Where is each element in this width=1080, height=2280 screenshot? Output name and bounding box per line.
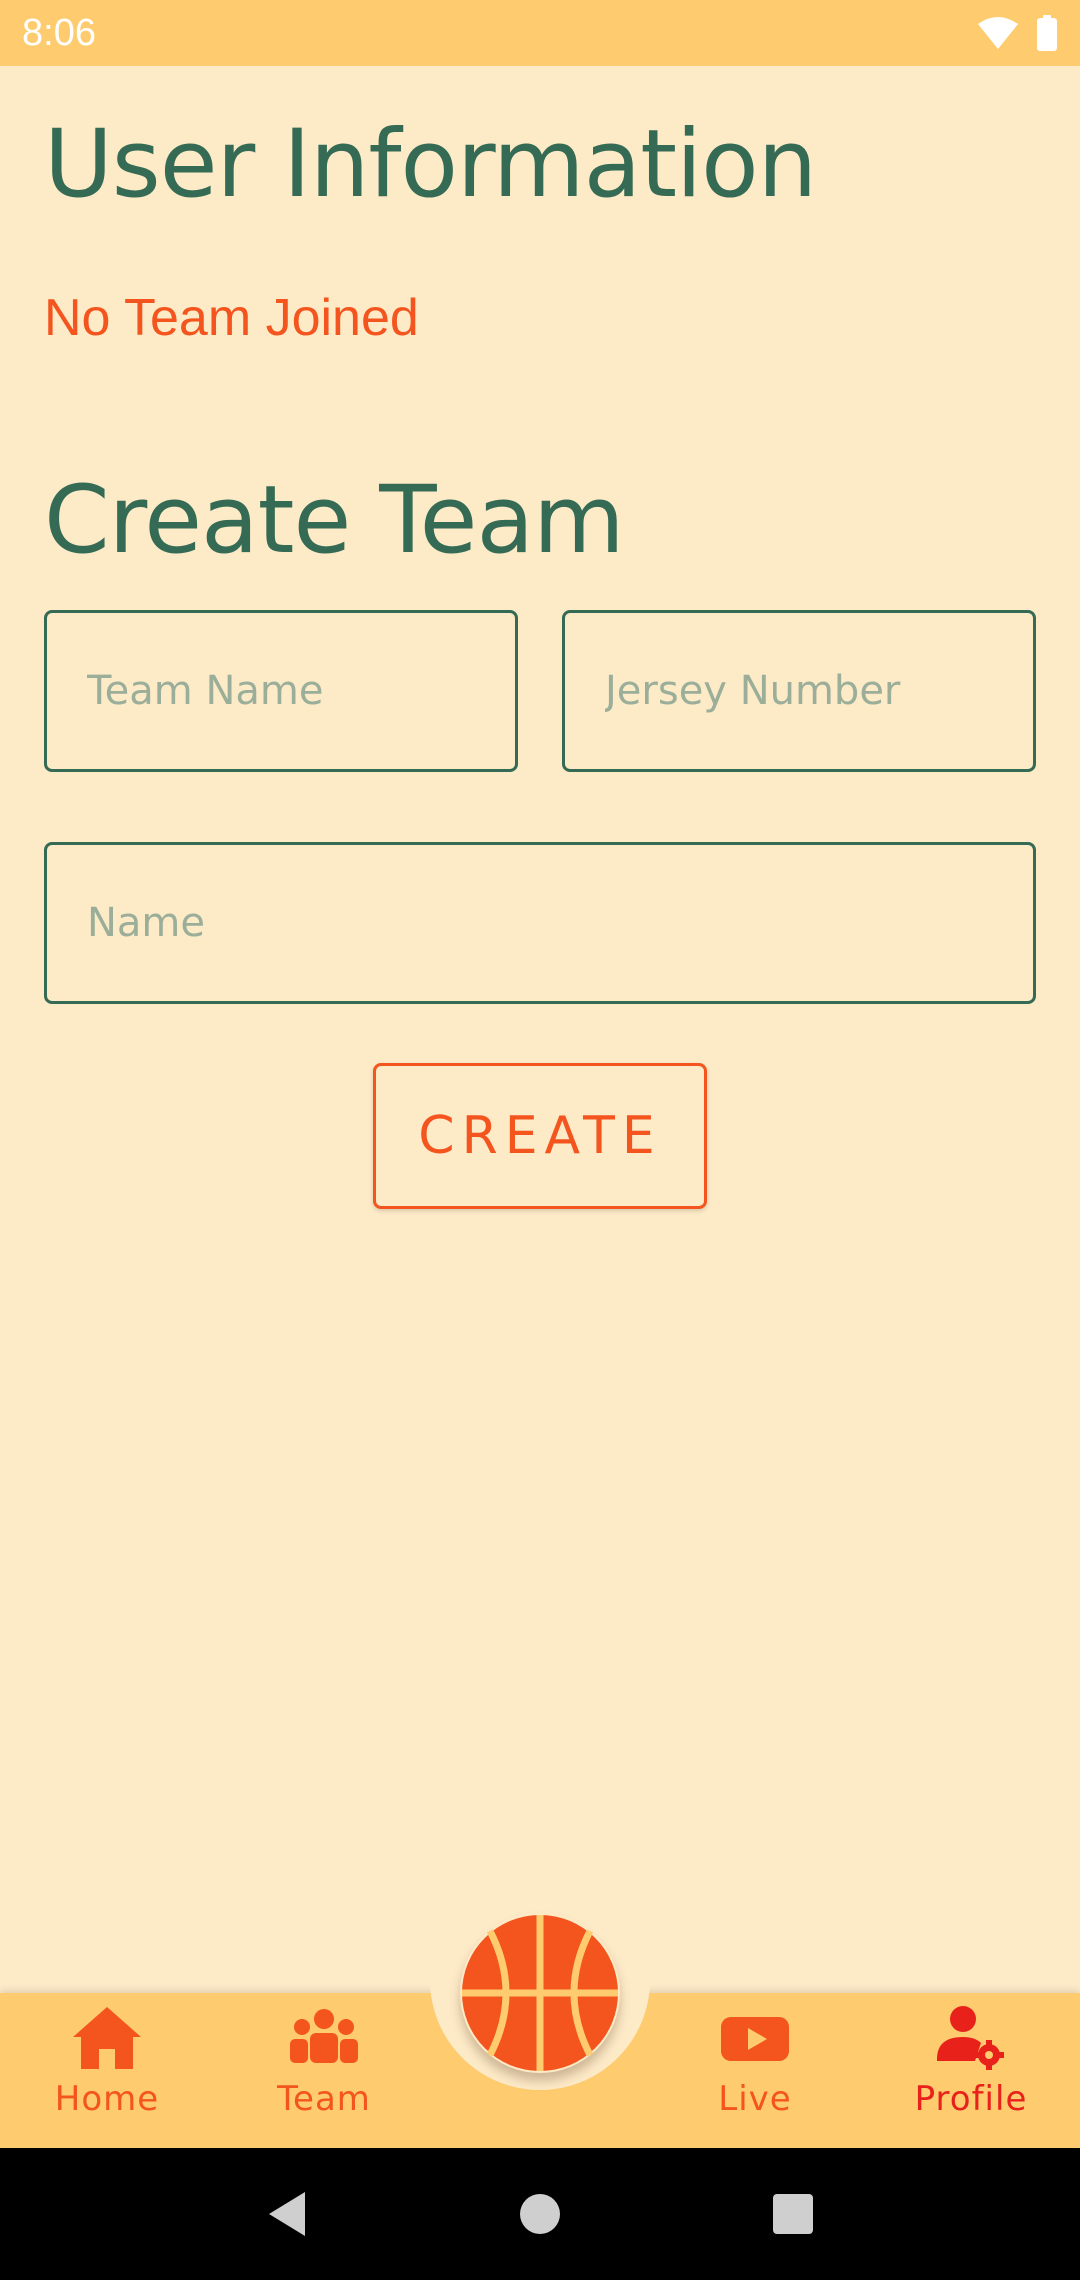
home-icon bbox=[73, 2007, 141, 2069]
team-name-field[interactable] bbox=[44, 610, 518, 772]
wifi-icon bbox=[978, 17, 1018, 49]
battery-icon bbox=[1037, 15, 1057, 51]
nav-item-team[interactable]: Team bbox=[234, 2005, 414, 2145]
nav-label-team: Team bbox=[277, 2079, 371, 2119]
create-button[interactable]: CREATE bbox=[373, 1063, 707, 1209]
status-icons bbox=[978, 15, 1058, 51]
team-icon bbox=[290, 2009, 358, 2063]
status-time: 8:06 bbox=[22, 11, 96, 54]
team-name-input[interactable] bbox=[47, 613, 515, 769]
team-status-text: No Team Joined bbox=[44, 289, 419, 347]
nav-item-profile[interactable]: Profile bbox=[881, 2005, 1061, 2145]
profile-settings-icon bbox=[937, 2006, 1004, 2070]
nav-label-profile: Profile bbox=[914, 2079, 1028, 2119]
recents-icon[interactable] bbox=[771, 2192, 815, 2236]
system-nav-bar bbox=[0, 2148, 1080, 2280]
home-circle-icon[interactable] bbox=[518, 2192, 562, 2236]
name-field[interactable] bbox=[44, 842, 1036, 1004]
nav-item-home[interactable]: Home bbox=[17, 2005, 197, 2145]
back-icon[interactable] bbox=[265, 2190, 309, 2238]
basketball-fab[interactable] bbox=[460, 1913, 620, 2073]
nav-label-home: Home bbox=[54, 2079, 160, 2119]
basketball-icon bbox=[462, 1915, 618, 2071]
jersey-number-field[interactable] bbox=[562, 610, 1036, 772]
jersey-number-input[interactable] bbox=[565, 613, 1033, 769]
status-bar: 8:06 bbox=[0, 0, 1080, 66]
nav-label-live: Live bbox=[718, 2079, 792, 2119]
name-input[interactable] bbox=[47, 845, 1033, 1001]
page-title: User Information bbox=[44, 110, 817, 219]
create-team-heading: Create Team bbox=[44, 466, 625, 575]
youtube-icon bbox=[721, 2017, 789, 2061]
nav-item-live[interactable]: Live bbox=[665, 2005, 845, 2145]
